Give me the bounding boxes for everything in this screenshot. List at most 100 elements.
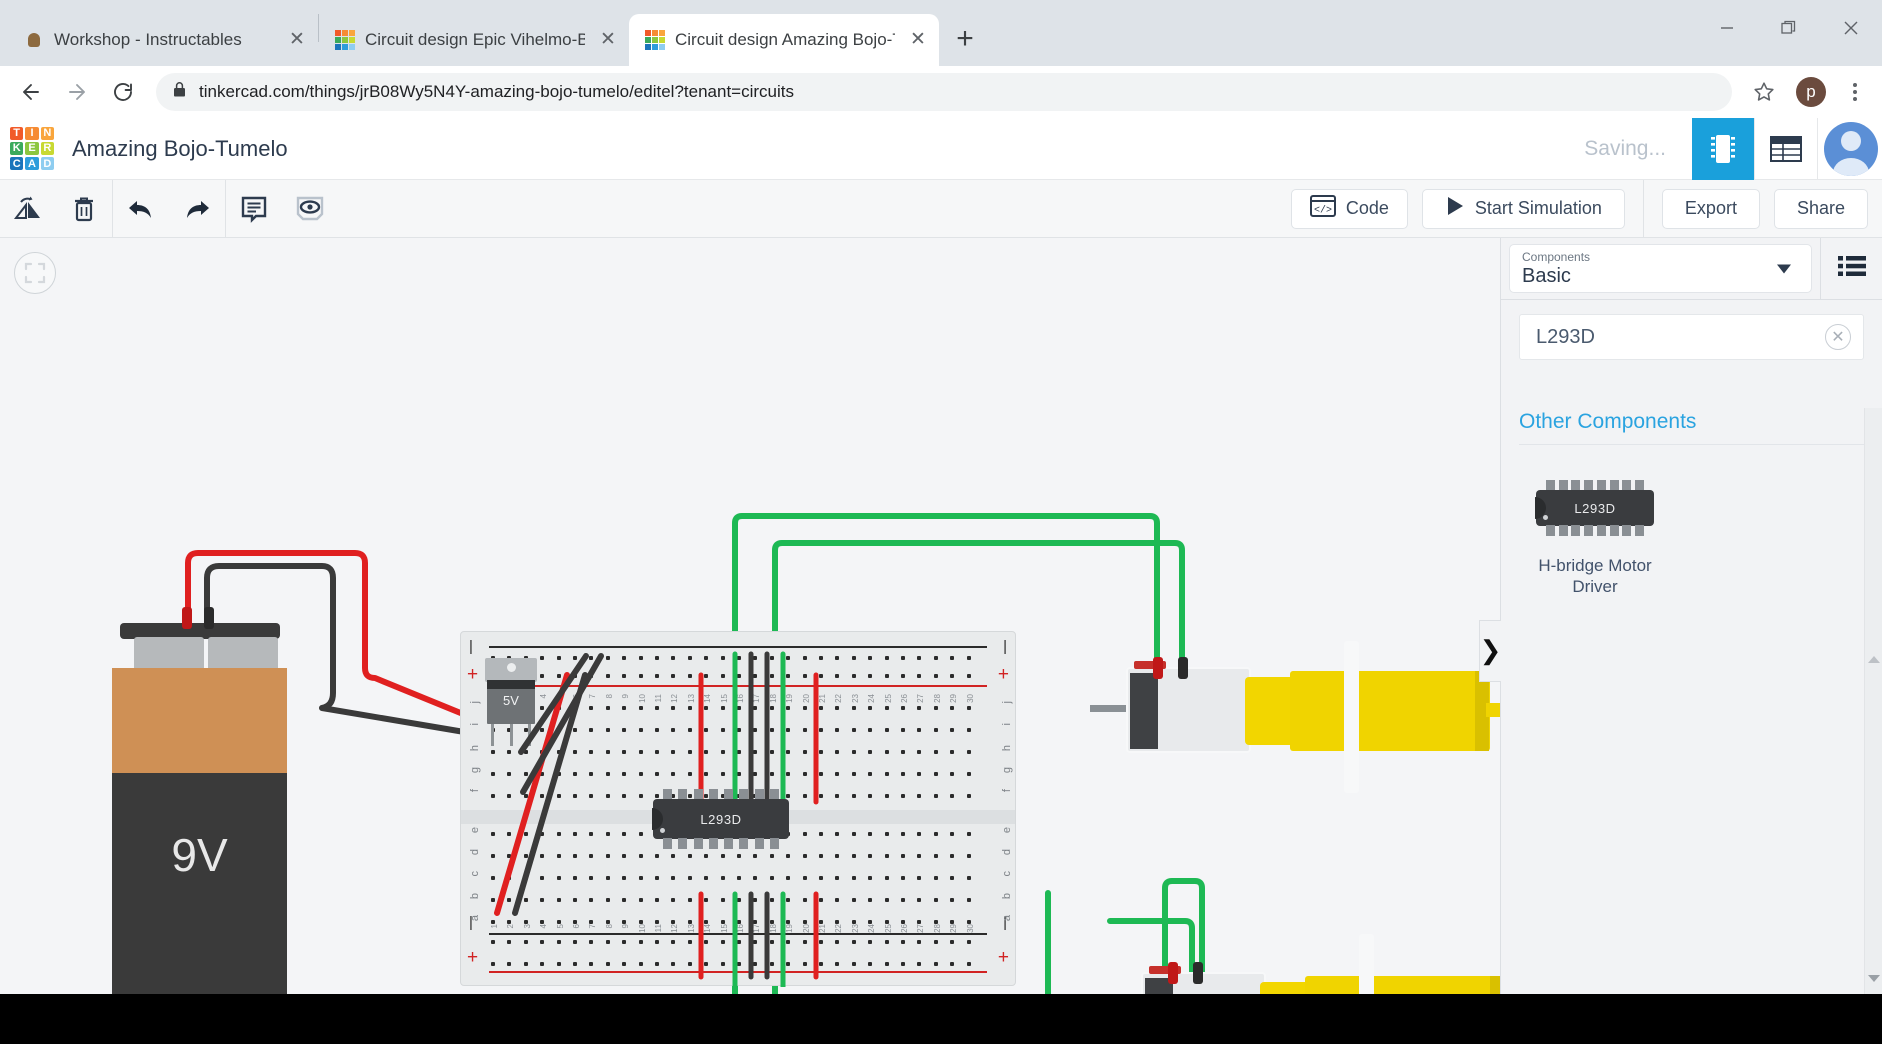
component-result-card[interactable]: L293D H-bridge Motor Driver (1519, 473, 1671, 598)
tinkercad-logo-icon[interactable]: T I N K E R C A D (10, 126, 54, 171)
reload-icon[interactable] (102, 71, 144, 113)
dc-motor-bottom[interactable] (1105, 934, 1500, 994)
motor-plug-black (1178, 657, 1188, 679)
other-components-header: Other Components (1519, 410, 1864, 445)
url-text: tinkercad.com/things/jrB08Wy5N4Y-amazing… (199, 82, 794, 101)
undo-button[interactable] (113, 180, 169, 238)
motor-gearbox-edge (1490, 976, 1500, 994)
browser-tabstrip: Workshop - Instructables ✕ Circuit desig… (0, 0, 1882, 66)
motor-output-shaft (1486, 703, 1500, 717)
new-tab-button[interactable]: + (945, 20, 985, 60)
chevron-right-icon[interactable]: ❯ (1479, 620, 1501, 682)
tinkercad-app: T I N K E R C A D Amazing Bojo-Tumelo Sa… (0, 118, 1882, 994)
chip-pins-bottom (663, 838, 779, 849)
save-status: Saving... (1584, 136, 1666, 160)
browser-tab-2[interactable]: Circuit design Epic Vihelmo-Bige ✕ (319, 14, 629, 66)
export-button-label: Export (1684, 198, 1737, 218)
ic-l293d[interactable]: L293D (653, 789, 789, 849)
logo-tile: C (10, 157, 24, 171)
panel-scrollbar[interactable] (1864, 408, 1882, 994)
logo-tile: A (25, 157, 39, 171)
component-search-box[interactable]: ✕ (1519, 314, 1864, 360)
battery-terminal-positive (208, 637, 278, 671)
app-header: T I N K E R C A D Amazing Bojo-Tumelo Sa… (0, 118, 1882, 180)
logo-tile: D (40, 157, 54, 171)
start-simulation-button[interactable]: Start Simulation (1421, 188, 1625, 229)
tab-title: Circuit design Amazing Bojo-Tum (675, 30, 895, 49)
motor-plug-red (1168, 962, 1178, 984)
component-result-name: H-bridge Motor Driver (1538, 556, 1652, 597)
browser-menu-icon[interactable] (1838, 73, 1872, 111)
motor-axle (1344, 641, 1359, 793)
document-title[interactable]: Amazing Bojo-Tumelo (72, 136, 288, 162)
play-icon (1445, 195, 1465, 222)
motor-axle (1359, 934, 1374, 994)
component-results-grid: L293D H-bridge Motor Driver (1501, 445, 1882, 598)
logo-tile: K (10, 141, 24, 156)
share-button-label: Share (1796, 198, 1845, 218)
browser-toolbar: tinkercad.com/things/jrB08Wy5N4Y-amazing… (0, 66, 1882, 118)
logo-tile: E (25, 141, 39, 156)
notes-button[interactable] (226, 180, 282, 238)
battery-plug-black (204, 607, 214, 629)
editor-toolbar: </> Code Start Simulation Export Share (0, 179, 1882, 238)
share-button[interactable]: Share (1773, 188, 1868, 229)
tab-title: Workshop - Instructables (54, 30, 242, 49)
chip-body: L293D (653, 799, 789, 839)
components-list-button[interactable] (1755, 118, 1817, 180)
header-divider (1817, 118, 1818, 180)
list-icon (1837, 255, 1866, 282)
list-view-toggle[interactable] (1820, 238, 1882, 299)
scroll-down-arrow-icon[interactable] (1868, 975, 1880, 982)
maximize-icon[interactable] (1758, 0, 1820, 56)
chip-body: L293D (1536, 490, 1654, 526)
code-icon: </> (1309, 195, 1336, 222)
breadboard[interactable]: | | + + | | + + 123456789101112131415161… (460, 631, 1016, 987)
annotation-button[interactable] (282, 180, 338, 238)
scroll-up-arrow-icon[interactable] (1868, 656, 1880, 663)
close-icon[interactable] (1820, 0, 1882, 56)
dc-motor-top[interactable] (1090, 641, 1500, 793)
browser-window: Workshop - Instructables ✕ Circuit desig… (0, 0, 1882, 1044)
circuits-view-button[interactable] (1692, 118, 1754, 180)
panel-search-area: ✕ (1501, 300, 1882, 370)
component-thumbnail: L293D (1519, 473, 1671, 543)
instructables-icon (24, 30, 44, 50)
bookmark-star-icon[interactable] (1744, 72, 1784, 112)
motor-gearbox (1305, 976, 1500, 994)
redo-button[interactable] (169, 180, 225, 238)
motor-gearbox (1290, 671, 1490, 751)
export-button[interactable]: Export (1661, 188, 1760, 229)
motor-endcap (1130, 673, 1158, 749)
browser-tab-3-active[interactable]: Circuit design Amazing Bojo-Tum ✕ (629, 14, 939, 66)
components-select-label: Components (1522, 249, 1591, 264)
search-input[interactable] (1536, 325, 1825, 349)
tab-close-button[interactable]: ✕ (905, 27, 931, 53)
back-icon[interactable] (10, 71, 52, 113)
logo-tile: I (25, 126, 39, 140)
code-button-label: Code (1345, 198, 1389, 218)
rotate-button[interactable] (0, 180, 56, 238)
clear-circle-icon[interactable]: ✕ (1825, 324, 1851, 350)
chip-pins-bottom (1546, 525, 1644, 536)
avatar[interactable] (1824, 121, 1878, 176)
panel-header: Components Basic (1501, 238, 1882, 300)
tab-close-button[interactable]: ✕ (284, 27, 310, 53)
tab-title: Circuit design Epic Vihelmo-Bige (365, 30, 585, 49)
chip-label: L293D (700, 811, 742, 827)
battery-9v[interactable]: 9V (112, 593, 287, 994)
circuit-canvas[interactable]: 9V | | + + | | + + 4 5 6 7 8 9 10 11 12 … (0, 238, 1500, 994)
browser-profile-avatar[interactable]: p (1796, 77, 1826, 107)
browser-tab-1[interactable]: Workshop - Instructables ✕ (8, 14, 318, 66)
battery-plug-red (182, 607, 192, 629)
tab-close-button[interactable]: ✕ (595, 27, 621, 53)
battery-body: 9V (112, 773, 287, 994)
minimize-icon[interactable] (1696, 0, 1758, 56)
forward-icon[interactable] (56, 71, 98, 113)
lock-icon (172, 81, 187, 103)
code-button[interactable]: </> Code (1290, 188, 1408, 229)
components-category-select[interactable]: Components Basic (1509, 244, 1812, 293)
start-simulation-label: Start Simulation (1474, 198, 1602, 218)
address-bar[interactable]: tinkercad.com/things/jrB08Wy5N4Y-amazing… (156, 73, 1732, 111)
delete-button[interactable] (56, 180, 112, 238)
